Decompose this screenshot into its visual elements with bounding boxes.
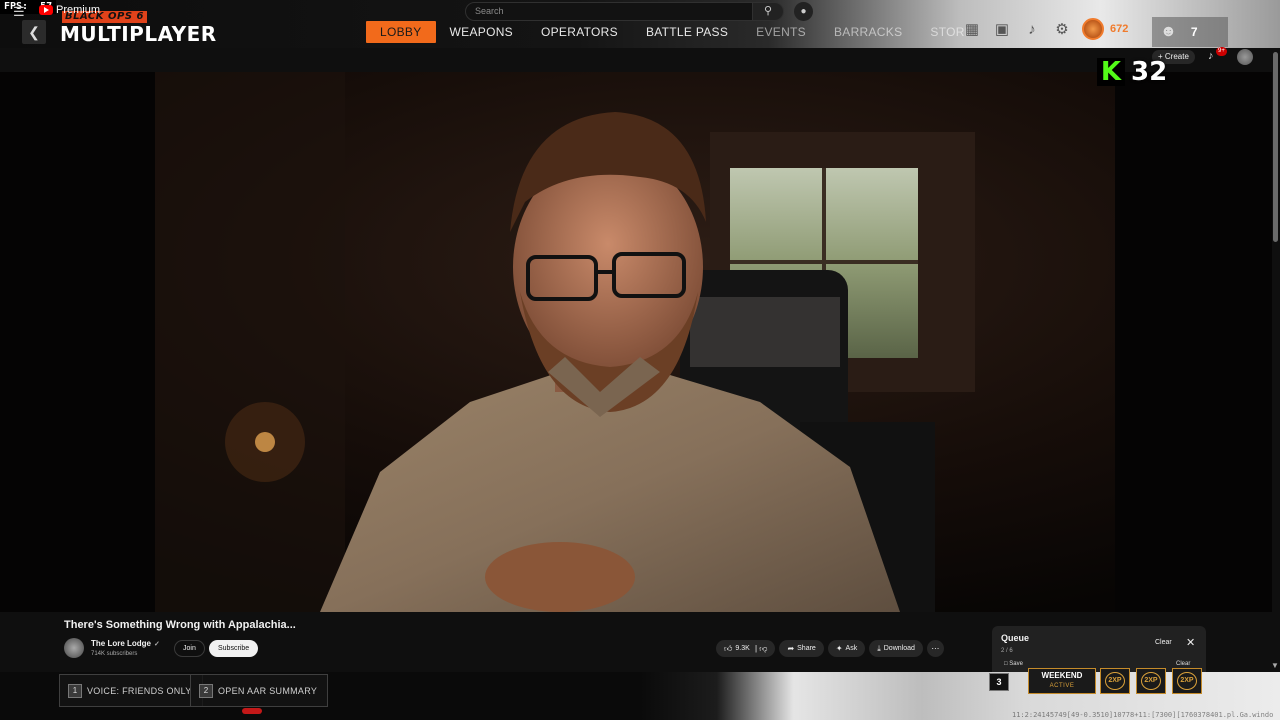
queue-title: Queue (1001, 633, 1030, 643)
youtube-logo[interactable]: Premium (39, 4, 100, 16)
game-nav: LOBBY WEAPONS OPERATORS BATTLE PASS EVEN… (366, 21, 987, 43)
double-xp-icon: 2XP (1141, 672, 1161, 690)
video-frame (0, 72, 1272, 612)
xp-badge[interactable]: 2XP (1136, 668, 1166, 694)
youtube-play-icon (39, 5, 53, 15)
queue-clear-button[interactable]: Clear (1155, 639, 1172, 646)
subscribe-button[interactable]: Subscribe (209, 640, 259, 657)
download-button[interactable]: ⤓ Download (869, 640, 923, 657)
key-hint-3: 3 (989, 673, 1009, 691)
record-indicator (242, 708, 262, 714)
tab-operators[interactable]: OPERATORS (527, 21, 632, 43)
youtube-logo-text: Premium (56, 4, 101, 16)
search-button[interactable]: ⚲ (752, 2, 784, 21)
scrollbar-thumb[interactable] (1273, 52, 1278, 242)
share-button[interactable]: ➦ Share (779, 640, 824, 657)
voice-hint-button[interactable]: 1 VOICE: FRIENDS ONLY (59, 674, 203, 707)
video-actions: 👍︎ 9.3K | 👎︎ ➦ Share ✦ Ask ⤓ Download ⋯ (716, 640, 944, 657)
subscriber-count: 714K subscribers (91, 651, 138, 657)
notifications-bell-icon[interactable]: ♪ (1208, 50, 1214, 62)
search-input[interactable]: Search (465, 2, 753, 21)
xp-badge[interactable]: 2XP (1172, 668, 1202, 694)
video-player[interactable] (0, 72, 1272, 612)
key-hint: 2 (199, 683, 213, 698)
tab-lobby[interactable]: LOBBY (366, 21, 436, 43)
back-button[interactable]: ❮ (22, 20, 46, 44)
game-title: MULTIPLAYER (60, 22, 217, 46)
weekend-status: ACTIVE (1049, 683, 1075, 689)
share-icon: ➦ (787, 644, 795, 653)
weekend-title: WEEKEND (1041, 671, 1083, 680)
tab-battle-pass[interactable]: BATTLE PASS (632, 21, 742, 43)
party-count: 7 (1190, 25, 1198, 39)
chevron-left-icon: ❮ (28, 23, 40, 40)
grid-icon[interactable]: ▦ (962, 19, 982, 39)
bell-icon[interactable]: ♪ (1022, 19, 1042, 39)
thumbs-up-icon: 👍︎ (724, 644, 733, 653)
microphone-icon: ● (800, 6, 807, 17)
join-button[interactable]: Join (174, 640, 205, 657)
kick-viewer-overlay: K 32 (1097, 57, 1167, 87)
tab-barracks[interactable]: BARRACKS (820, 21, 916, 43)
debug-string: 11:2:24145749[49-0.3510]10778+11:[7300][… (1012, 711, 1274, 719)
hint-label: VOICE: FRIENDS ONLY (87, 685, 192, 696)
party-icon: ☻ (1160, 23, 1177, 40)
viewer-count: 32 (1131, 57, 1168, 87)
currency-value: 672 (1110, 23, 1129, 35)
double-xp-icon: 2XP (1177, 672, 1197, 690)
double-xp-icon: 2XP (1105, 672, 1125, 690)
voice-search-button[interactable]: ● (794, 2, 813, 21)
notification-badge: 9+ (1216, 47, 1227, 56)
channel-avatar[interactable] (64, 638, 84, 658)
download-icon: ⤓ (877, 644, 881, 653)
video-title: There's Something Wrong with Appalachia.… (64, 619, 296, 631)
double-xp-weekend-badge[interactable]: WEEKEND ACTIVE (1028, 668, 1096, 694)
queue-position: 2 / 6 (1001, 648, 1013, 654)
search-icon: ⚲ (763, 5, 773, 17)
sparkle-icon: ✦ (835, 644, 843, 653)
xp-badge[interactable]: 2XP (1100, 668, 1130, 694)
verified-icon: ✓ (154, 641, 160, 648)
game-top-icons: ▦ ▣ ♪ ⚙ 672 (962, 18, 1128, 40)
aar-summary-button[interactable]: 2 OPEN AAR SUMMARY (190, 674, 329, 707)
hint-label: OPEN AAR SUMMARY (218, 685, 318, 696)
queue-clear-secondary[interactable]: Clear (1176, 661, 1190, 667)
channel-name[interactable]: The Lore Lodge ✓ (91, 639, 160, 648)
scroll-down-icon[interactable]: ▼ (1271, 661, 1279, 670)
queue-save-button[interactable]: □ Save (1004, 661, 1023, 667)
youtube-header (0, 48, 1280, 72)
more-options-button[interactable]: ⋯ (926, 640, 944, 657)
save-icon: □ (1004, 661, 1008, 667)
gear-icon[interactable]: ⚙ (1052, 19, 1072, 39)
tab-weapons[interactable]: WEAPONS (436, 21, 527, 43)
like-button[interactable]: 👍︎ 9.3K | 👎︎ (716, 640, 776, 657)
key-hint: 1 (68, 683, 82, 698)
camera-icon[interactable]: ▣ (992, 19, 1012, 39)
hamburger-menu-icon[interactable]: ☰ (13, 4, 25, 20)
kick-logo-icon: K (1097, 57, 1125, 87)
avatar[interactable] (1237, 49, 1253, 65)
queue-panel: Queue 2 / 6 Clear ✕ □ Save Clear (992, 626, 1206, 672)
party-indicator[interactable]: ☻ 7 (1152, 17, 1228, 47)
tab-events[interactable]: EVENTS (742, 21, 820, 43)
rank-badge-icon[interactable] (1082, 18, 1104, 40)
thumbs-down-icon[interactable]: | 👎︎ (753, 640, 767, 657)
more-icon: ⋯ (931, 644, 940, 653)
ask-button[interactable]: ✦ Ask (827, 640, 866, 657)
close-icon[interactable]: ✕ (1186, 636, 1195, 649)
